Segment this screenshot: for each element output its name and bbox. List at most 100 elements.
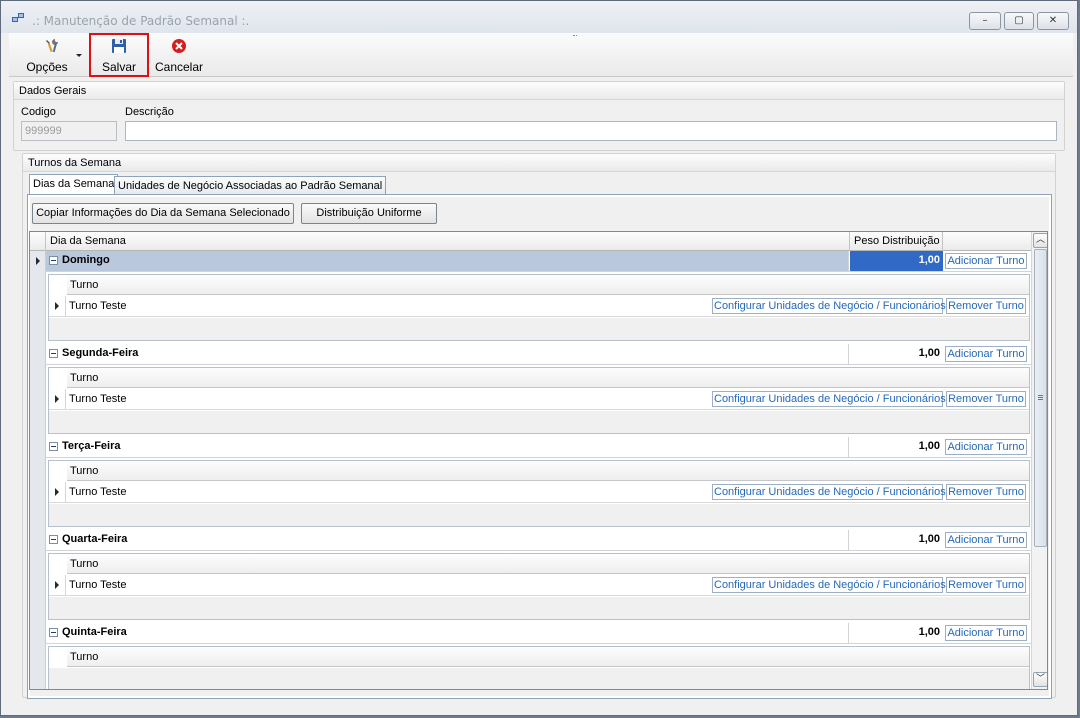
collapse-icon[interactable] [49,256,58,265]
scroll-up-button[interactable]: ︿ [1033,233,1047,248]
remove-turno-button[interactable]: Remover Turno [946,298,1026,314]
window: .: Manutenção de Padrão Semanal :. – ▢ ✕… [0,0,1078,716]
maximize-button[interactable]: ▢ [1004,12,1034,30]
grid-corner [30,232,46,251]
turno-row[interactable]: Turno Teste Configurar Unidades de Negóc… [49,482,1029,503]
app-icon [12,13,28,25]
add-turno-button[interactable]: Adicionar Turno [945,439,1027,455]
descricao-field[interactable] [125,121,1057,141]
codigo-field[interactable]: 999999 [21,121,117,141]
turno-column-header[interactable]: Turno [67,368,1029,388]
uniform-distribution-button[interactable]: Distribuição Uniforme [301,203,437,224]
chevron-down-icon[interactable] [76,54,82,57]
day-group: Domingo 1,00 Adicionar Turno Turno Turno… [46,251,1031,344]
turnos-subgrid: Turno Turno Teste Configurar Unidades de… [48,274,1030,341]
tools-icon [46,39,58,53]
subgrid-empty-area [49,318,1029,340]
days-grid: Dia da Semana Peso Distribuição Domingo … [29,231,1048,690]
turno-row[interactable]: Turno Teste Configurar Unidades de Negóc… [49,389,1029,410]
cancel-button[interactable]: Cancelar [152,33,206,77]
row-header-column [30,251,46,689]
configure-units-button[interactable]: Configurar Unidades de Negócio / Funcion… [712,391,946,407]
toolbar: Opções Salvar Cancelar [9,33,1073,77]
add-turno-button[interactable]: Adicionar Turno [945,253,1027,269]
day-row[interactable]: Segunda-Feira 1,00 Adicionar Turno [46,344,1031,365]
collapse-icon[interactable] [49,535,58,544]
floppy-disk-icon [112,39,126,53]
column-peso-distribuicao[interactable]: Peso Distribuição [850,232,943,251]
day-name-cell[interactable]: Domingo [46,251,849,271]
day-group: Terça-Feira 1,00 Adicionar Turno Turno T… [46,437,1031,530]
remove-turno-button[interactable]: Remover Turno [946,484,1026,500]
vertical-scrollbar[interactable]: ︿ ﹀ [1031,232,1047,689]
day-row[interactable]: Domingo 1,00 Adicionar Turno [46,251,1031,272]
weight-cell[interactable]: 1,00 [850,623,943,643]
cancel-icon [172,39,186,53]
cancel-label: Cancelar [154,60,204,74]
day-name: Quinta-Feira [62,626,127,638]
configure-units-button[interactable]: Configurar Unidades de Negócio / Funcion… [712,484,946,500]
weight-cell[interactable]: 1,00 [850,530,943,550]
configure-units-button[interactable]: Configurar Unidades de Negócio / Funcion… [712,577,946,593]
turnos-group-title: Turnos da Semana [23,154,1055,172]
weight-cell[interactable]: 1,00 [850,437,943,457]
configure-units-button[interactable]: Configurar Unidades de Negócio / Funcion… [712,298,946,314]
subgrid-empty-area [49,504,1029,526]
day-name-cell[interactable]: Terça-Feira [46,437,849,457]
turno-column-header[interactable]: Turno [67,461,1029,481]
turnos-subgrid: Turno Turno Teste Configurar Unidades de… [48,367,1030,434]
turno-column-header[interactable]: Turno [67,554,1029,574]
grid-header: Dia da Semana Peso Distribuição [30,232,1031,251]
turno-name: Turno Teste [69,300,127,312]
turno-name: Turno Teste [69,579,127,591]
remove-turno-button[interactable]: Remover Turno [946,391,1026,407]
tab-unidades-de-negocio[interactable]: Unidades de Negócio Associadas ao Padrão… [114,176,387,195]
minimize-button[interactable]: – [969,12,1001,30]
scroll-down-button[interactable]: ﹀ [1033,672,1047,687]
turno-column-header[interactable]: Turno [67,647,1029,667]
collapse-icon[interactable] [49,349,58,358]
turnos-subgrid: Turno Turno Teste Configurar Unidades de… [48,553,1030,620]
turno-column-header[interactable]: Turno [67,275,1029,295]
column-dia-da-semana[interactable]: Dia da Semana [46,232,850,251]
day-name-cell[interactable]: Quinta-Feira [46,623,849,643]
subgrid-empty-area [49,411,1029,433]
current-row-indicator-icon [36,257,40,265]
add-turno-button[interactable]: Adicionar Turno [945,346,1027,362]
day-row[interactable]: Quarta-Feira 1,00 Adicionar Turno [46,530,1031,551]
row-expand-icon[interactable] [55,488,59,496]
add-turno-button[interactable]: Adicionar Turno [945,532,1027,548]
copy-day-button[interactable]: Copiar Informações do Dia da Semana Sele… [32,203,294,224]
general-group-title: Dados Gerais [14,82,1064,100]
remove-turno-button[interactable]: Remover Turno [946,577,1026,593]
day-row[interactable]: Terça-Feira 1,00 Adicionar Turno [46,437,1031,458]
row-expand-icon[interactable] [55,302,59,310]
scroll-thumb[interactable] [1034,249,1047,547]
row-expand-icon[interactable] [55,395,59,403]
weight-cell[interactable]: 1,00 [850,251,943,271]
weight-cell[interactable]: 1,00 [850,344,943,364]
row-expand-icon[interactable] [55,581,59,589]
collapse-icon[interactable] [49,442,58,451]
day-name: Quarta-Feira [62,533,128,545]
day-name: Domingo [62,254,110,266]
day-row[interactable]: Quinta-Feira 1,00 Adicionar Turno [46,623,1031,644]
subgrid-empty-area [49,668,1029,689]
save-label: Salvar [101,60,136,74]
turno-row[interactable]: Turno Teste Configurar Unidades de Negóc… [49,575,1029,596]
collapse-icon[interactable] [49,628,58,637]
close-window-button[interactable]: ✕ [1037,12,1069,30]
turno-row[interactable]: Turno Teste Configurar Unidades de Negóc… [49,296,1029,317]
day-name-cell[interactable]: Segunda-Feira [46,344,849,364]
day-group: Quarta-Feira 1,00 Adicionar Turno Turno … [46,530,1031,623]
day-name: Terça-Feira [62,440,121,452]
add-turno-button[interactable]: Adicionar Turno [945,625,1027,641]
save-button[interactable]: Salvar [89,33,149,77]
tab-dias-da-semana[interactable]: Dias da Semana [29,174,119,194]
day-group: Quinta-Feira 1,00 Adicionar Turno Turno [46,623,1031,689]
window-title: .: Manutenção de Padrão Semanal :. [32,14,250,28]
title-bar: .: Manutenção de Padrão Semanal :. – ▢ ✕ [1,1,1077,33]
turno-name: Turno Teste [69,486,127,498]
day-name-cell[interactable]: Quarta-Feira [46,530,849,550]
options-label: Opções [26,60,68,74]
